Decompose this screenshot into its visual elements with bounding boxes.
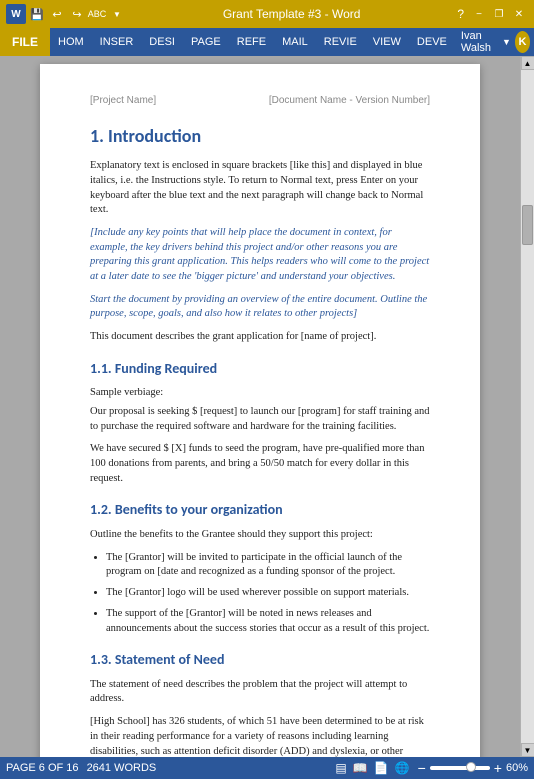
save-icon[interactable]: 💾	[28, 5, 46, 23]
title-bar-controls: ? − ❐ ✕	[457, 5, 528, 23]
tab-developer[interactable]: DEVE	[409, 28, 455, 56]
scroll-thumb[interactable]	[522, 205, 533, 245]
redo-icon[interactable]: ↪	[68, 5, 86, 23]
close-button[interactable]: ✕	[510, 5, 528, 23]
layout-icon[interactable]: ▤	[335, 761, 346, 775]
scroll-track	[521, 70, 534, 743]
word-count: 2641 WORDS	[87, 762, 157, 774]
zoom-slider-thumb[interactable]	[466, 762, 476, 772]
zoom-in-button[interactable]: +	[494, 761, 502, 775]
ribbon-tabs: FILE HOM INSER DESI PAGE REFE MAIL REVIE…	[0, 28, 534, 56]
tab-view[interactable]: VIEW	[365, 28, 409, 56]
title-bar-title: Grant Template #3 - Word	[130, 7, 453, 21]
bullet-item-1: The [Grantor] will be invited to partici…	[106, 551, 430, 580]
title-bar-quick-access: W 💾 ↩ ↪ ABC ▼	[6, 4, 126, 24]
doc-header: [Project Name] [Document Name - Version …	[90, 94, 430, 108]
zoom-area: − + 60%	[418, 761, 528, 775]
section11-title: 1.1. Funding Required	[90, 359, 430, 379]
tab-page[interactable]: PAGE	[183, 28, 229, 56]
section1-title: 1. Introduction	[90, 124, 430, 149]
help-icon[interactable]: ?	[457, 7, 464, 21]
web-view-icon[interactable]: 🌐	[395, 761, 410, 775]
section1-para1: Explanatory text is enclosed in square b…	[90, 159, 430, 218]
header-project-name: [Project Name]	[90, 94, 156, 108]
benefits-list: The [Grantor] will be invited to partici…	[106, 551, 430, 636]
sample-label: Sample verbiage:	[90, 386, 430, 401]
section12-intro: Outline the benefits to the Grantee shou…	[90, 528, 430, 543]
vertical-scrollbar[interactable]: ▲ ▼	[520, 56, 534, 757]
section13-para2: [High School] has 326 students, of which…	[90, 715, 430, 757]
zoom-out-button[interactable]: −	[418, 761, 426, 775]
user-menu[interactable]: Ivan Walsh ▼ K	[455, 28, 534, 56]
restore-button[interactable]: ❐	[490, 5, 508, 23]
section11-para2: We have secured $ [X] funds to seed the …	[90, 442, 430, 486]
section1-para4: This document describes the grant applic…	[90, 330, 430, 345]
section12-title: 1.2. Benefits to your organization	[90, 500, 430, 520]
header-doc-name: [Document Name - Version Number]	[269, 94, 430, 108]
bullet-item-2: The [Grantor] logo will be used wherever…	[106, 586, 430, 601]
scroll-down-button[interactable]: ▼	[521, 743, 534, 757]
zoom-percent: 60%	[506, 762, 528, 774]
read-mode-icon[interactable]: 📖	[353, 761, 368, 775]
section13-title: 1.3. Statement of Need	[90, 650, 430, 670]
user-avatar: K	[515, 31, 530, 53]
minimize-button[interactable]: −	[470, 5, 488, 23]
zoom-slider[interactable]	[430, 766, 490, 770]
tab-home[interactable]: HOM	[50, 28, 92, 56]
status-bar: PAGE 6 OF 16 2641 WORDS ▤ 📖 📄 🌐 − + 60%	[0, 757, 534, 779]
main-area: [Project Name] [Document Name - Version …	[0, 56, 534, 757]
user-name-label: Ivan Walsh	[461, 30, 498, 54]
tab-mailings[interactable]: MAIL	[274, 28, 316, 56]
undo-icon[interactable]: ↩	[48, 5, 66, 23]
tab-review[interactable]: REVIE	[316, 28, 365, 56]
tab-design[interactable]: DESI	[141, 28, 183, 56]
scroll-up-button[interactable]: ▲	[521, 56, 534, 70]
section13-para1: The statement of need describes the prob…	[90, 678, 430, 707]
file-tab[interactable]: FILE	[0, 28, 50, 56]
document-page: [Project Name] [Document Name - Version …	[40, 64, 480, 757]
bullet-item-3: The support of the [Grantor] will be not…	[106, 607, 430, 636]
section11-para1: Our proposal is seeking $ [request] to l…	[90, 405, 430, 434]
tab-insert[interactable]: INSER	[92, 28, 142, 56]
section1-para3: Start the document by providing an overv…	[90, 293, 430, 322]
tab-references[interactable]: REFE	[229, 28, 274, 56]
section1-para2: [Include any key points that will help p…	[90, 226, 430, 285]
status-icons: ▤ 📖 📄 🌐	[335, 761, 409, 775]
page-info: PAGE 6 OF 16	[6, 762, 79, 774]
word-icon: W	[6, 4, 26, 24]
doc-container: [Project Name] [Document Name - Version …	[0, 56, 520, 757]
title-bar: W 💾 ↩ ↪ ABC ▼ Grant Template #3 - Word ?…	[0, 0, 534, 28]
spellcheck-icon[interactable]: ABC	[88, 5, 106, 23]
customize-icon[interactable]: ▼	[108, 5, 126, 23]
print-layout-icon[interactable]: 📄	[374, 761, 389, 775]
